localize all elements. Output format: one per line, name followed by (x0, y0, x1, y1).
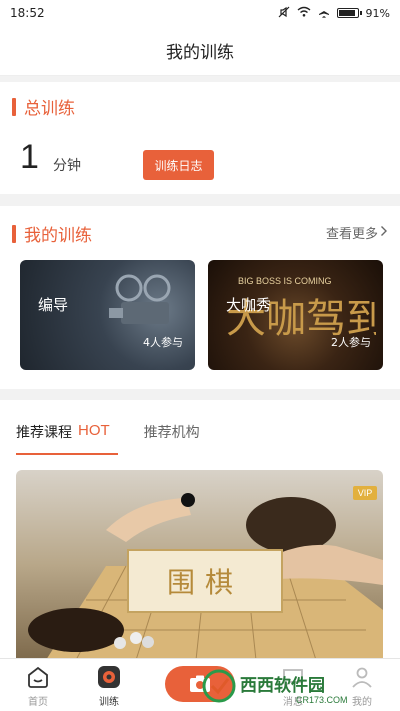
battery-icon (336, 8, 362, 18)
course-tile-directing[interactable]: 编导 4人参与 (20, 260, 195, 370)
total-training-value: 1 (20, 138, 39, 176)
hot-badge: HOT (78, 422, 110, 439)
status-bar: 18:52 91% (0, 0, 400, 26)
airplane-icon (318, 6, 330, 21)
tab-home[interactable]: 首页 (13, 665, 63, 708)
wifi-icon (297, 6, 311, 20)
nav-bar: 我的训练 (0, 26, 400, 76)
tab-label: 推荐机构 (143, 425, 200, 441)
tab-label: 推荐课程 (16, 425, 72, 441)
watermark-url: CR173.COM (296, 695, 348, 705)
mute-icon (278, 6, 290, 21)
tab-recommended-institutions[interactable]: 推荐机构 (144, 422, 200, 442)
my-training-header: 我的训练 (12, 221, 92, 246)
training-log-button[interactable]: 训练日志 (143, 150, 214, 180)
total-training-title: 总训练 (24, 99, 75, 119)
total-training-unit: 分钟 (53, 158, 81, 174)
recommend-card: 推荐课程 HOT 推荐机构 VIP 围棋 (0, 400, 400, 660)
vip-badge: VIP (353, 486, 377, 500)
see-more-label: 查看更多 (325, 227, 378, 242)
course-title: 编导 (38, 296, 69, 314)
training-icon (98, 666, 120, 688)
my-training-card: 我的训练 查看更多 编导 4人参与 大咖驾到 BIG BOSS IS COMIN… (0, 206, 400, 389)
my-training-title: 我的训练 (24, 226, 92, 246)
tab-recommended-courses[interactable]: 推荐课程 HOT (16, 422, 118, 455)
watermark-logo: 西西软件园 CR173.COM (202, 669, 348, 705)
status-icons: 91% (278, 6, 390, 21)
film-projector-icon (109, 274, 171, 324)
banner-title: 围棋 (166, 566, 243, 599)
page-title: 我的训练 (166, 43, 234, 63)
course-tile-big-boss[interactable]: 大咖驾到 BIG BOSS IS COMING 大咖秀 2人参与 (208, 260, 383, 370)
course-participants: 4人参与 (143, 336, 183, 349)
status-time: 18:52 (10, 6, 45, 20)
tab-training-label: 训练 (99, 697, 119, 708)
course-title: 大咖秀 (226, 296, 272, 314)
section-accent-bar (12, 97, 16, 116)
see-more-link[interactable]: 查看更多 (326, 223, 388, 242)
tab-home-label: 首页 (28, 697, 48, 708)
tab-training[interactable]: 训练 (84, 665, 134, 708)
total-training-header: 总训练 (12, 94, 75, 119)
banner-title-box: 围棋 (127, 549, 283, 613)
watermark-text: 西西软件园 (240, 675, 325, 696)
course-participants: 2人参与 (331, 336, 371, 349)
battery-percent: 91% (365, 6, 390, 20)
home-icon (28, 666, 48, 688)
recommend-tabs: 推荐课程 HOT 推荐机构 (16, 422, 200, 455)
total-training-card: 总训练 1 分钟 训练日志 (0, 82, 400, 194)
big-boss-tagline: BIG BOSS IS COMING (238, 276, 332, 286)
section-accent-bar (12, 224, 16, 243)
course-banner-go[interactable]: VIP 围棋 (16, 470, 383, 660)
chevron-right-icon (380, 225, 388, 241)
